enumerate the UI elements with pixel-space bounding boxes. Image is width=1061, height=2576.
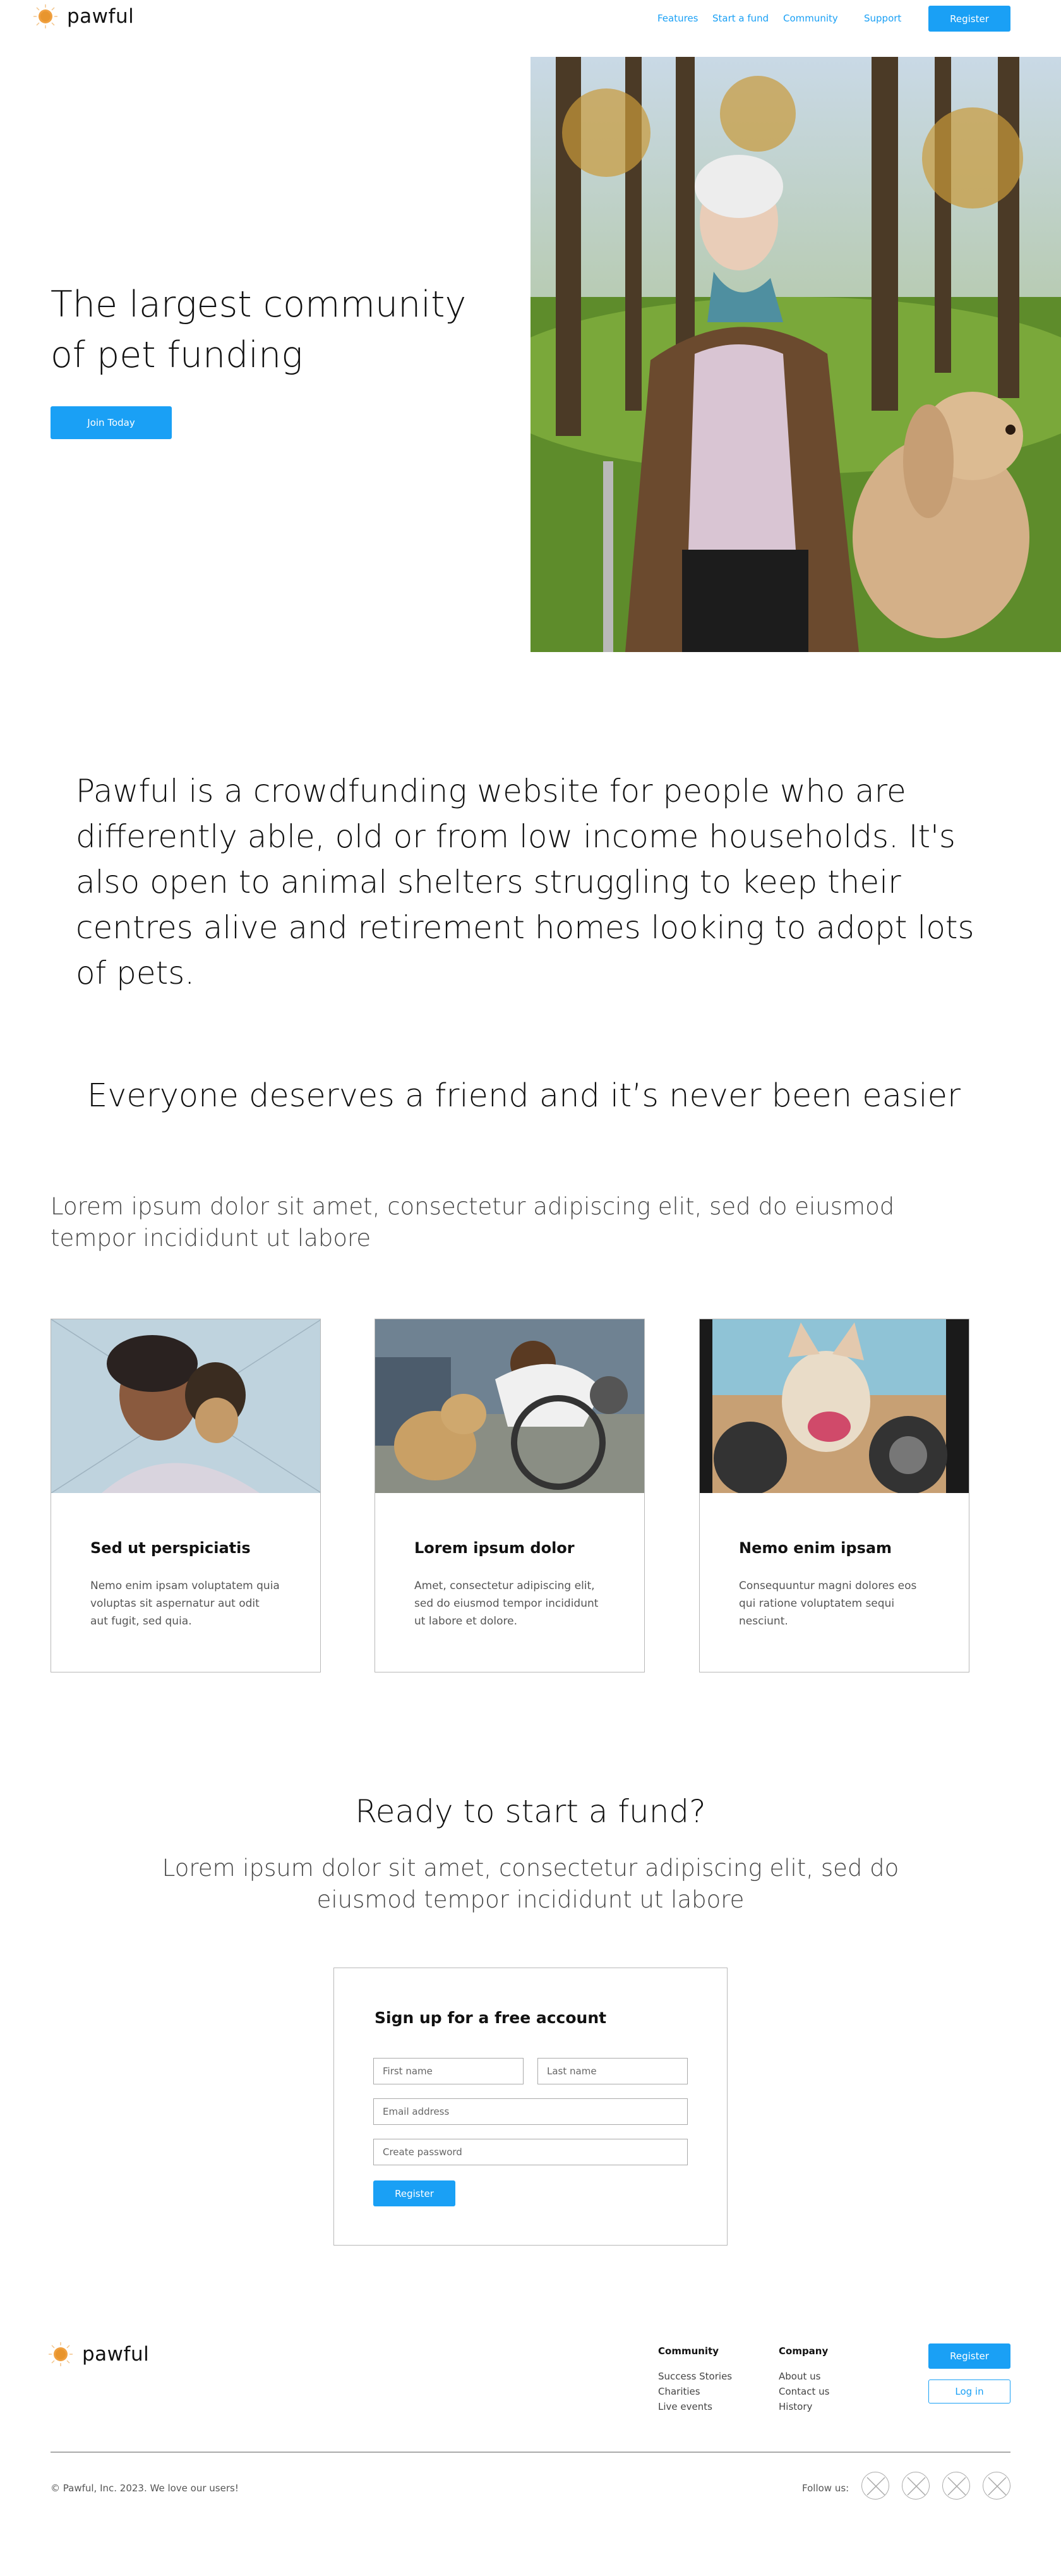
last-name-field[interactable]: [537, 2058, 688, 2084]
footer-link-charities[interactable]: Charities: [658, 2386, 700, 2397]
sun-logo-icon: [48, 2342, 73, 2367]
social-icon[interactable]: [942, 2472, 970, 2500]
feature-card[interactable]: Nemo enim ipsam Consequuntur magni dolor…: [699, 1319, 969, 1672]
password-field[interactable]: [373, 2139, 688, 2165]
friend-subtext: Lorem ipsum dolor sit amet, consectetur …: [51, 1193, 895, 1252]
card-photo-dog-in-wheelchair: [700, 1319, 969, 1493]
footer-community-title: Community: [658, 2345, 719, 2357]
header-register-button[interactable]: Register: [928, 6, 1010, 32]
join-today-button[interactable]: Join Today: [51, 406, 172, 439]
footer-logo-text: pawful: [82, 2343, 150, 2366]
copyright-text: © Pawful, Inc. 2023. We love our users!: [51, 2482, 239, 2494]
signup-form: Sign up for a free account Register: [333, 1968, 728, 2246]
footer-link-live-events[interactable]: Live events: [658, 2401, 712, 2412]
nav-support[interactable]: Support: [864, 13, 901, 24]
footer-link-success-stories[interactable]: Success Stories: [658, 2371, 732, 2382]
footer-link-history[interactable]: History: [779, 2401, 812, 2412]
ready-heading: Ready to start a fund?: [355, 1793, 706, 1830]
footer-link-about-us[interactable]: About us: [779, 2371, 820, 2382]
logo-text: pawful: [67, 5, 135, 28]
first-name-field[interactable]: [373, 2058, 524, 2084]
signup-title: Sign up for a free account: [375, 2009, 607, 2027]
footer-link-contact-us[interactable]: Contact us: [779, 2386, 829, 2397]
feature-card[interactable]: Lorem ipsum dolor Amet, consectetur adip…: [375, 1319, 645, 1672]
nav-community[interactable]: Community: [783, 13, 838, 24]
feature-card[interactable]: Sed ut perspiciatis Nemo enim ipsam volu…: [51, 1319, 321, 1672]
header-logo[interactable]: pawful: [33, 4, 134, 29]
ready-subtext: Lorem ipsum dolor sit amet, consectetur …: [162, 1854, 899, 1913]
signup-register-button[interactable]: Register: [373, 2180, 455, 2206]
card-title: Sed ut perspiciatis: [90, 1539, 251, 1557]
about-text: Pawful is a crowdfunding website for peo…: [76, 773, 974, 991]
card-title: Lorem ipsum dolor: [414, 1539, 575, 1557]
card-title: Nemo enim ipsam: [739, 1539, 892, 1557]
nav-start-a-fund[interactable]: Start a fund: [712, 13, 769, 24]
card-text: Amet, consectetur adipiscing elit, sed d…: [414, 1580, 599, 1628]
footer-login-button[interactable]: Log in: [928, 2379, 1010, 2404]
footer-divider: [51, 2452, 1010, 2453]
follow-us-label: Follow us:: [802, 2482, 849, 2494]
card-photo-woman-with-puppy: [51, 1319, 320, 1493]
email-field[interactable]: [373, 2098, 688, 2125]
social-icon[interactable]: [983, 2472, 1010, 2500]
nav-features[interactable]: Features: [657, 13, 698, 24]
hero-title: The largest community of pet funding: [51, 284, 467, 376]
social-icon[interactable]: [861, 2472, 889, 2500]
social-icon[interactable]: [902, 2472, 930, 2500]
footer-register-button[interactable]: Register: [928, 2343, 1010, 2369]
card-text: Nemo enim ipsam voluptatem quia voluptas…: [90, 1580, 280, 1628]
footer-company-title: Company: [779, 2345, 829, 2357]
card-photo-man-in-wheelchair-with-dog: [375, 1319, 644, 1493]
footer-logo[interactable]: pawful: [48, 2342, 149, 2367]
card-text: Consequuntur magni dolores eos qui ratio…: [739, 1580, 917, 1628]
hero-photo-woman-with-dog: [530, 57, 1061, 652]
sun-logo-icon: [33, 4, 58, 29]
friend-heading: Everyone deserves a friend and it’s neve…: [87, 1077, 961, 1115]
